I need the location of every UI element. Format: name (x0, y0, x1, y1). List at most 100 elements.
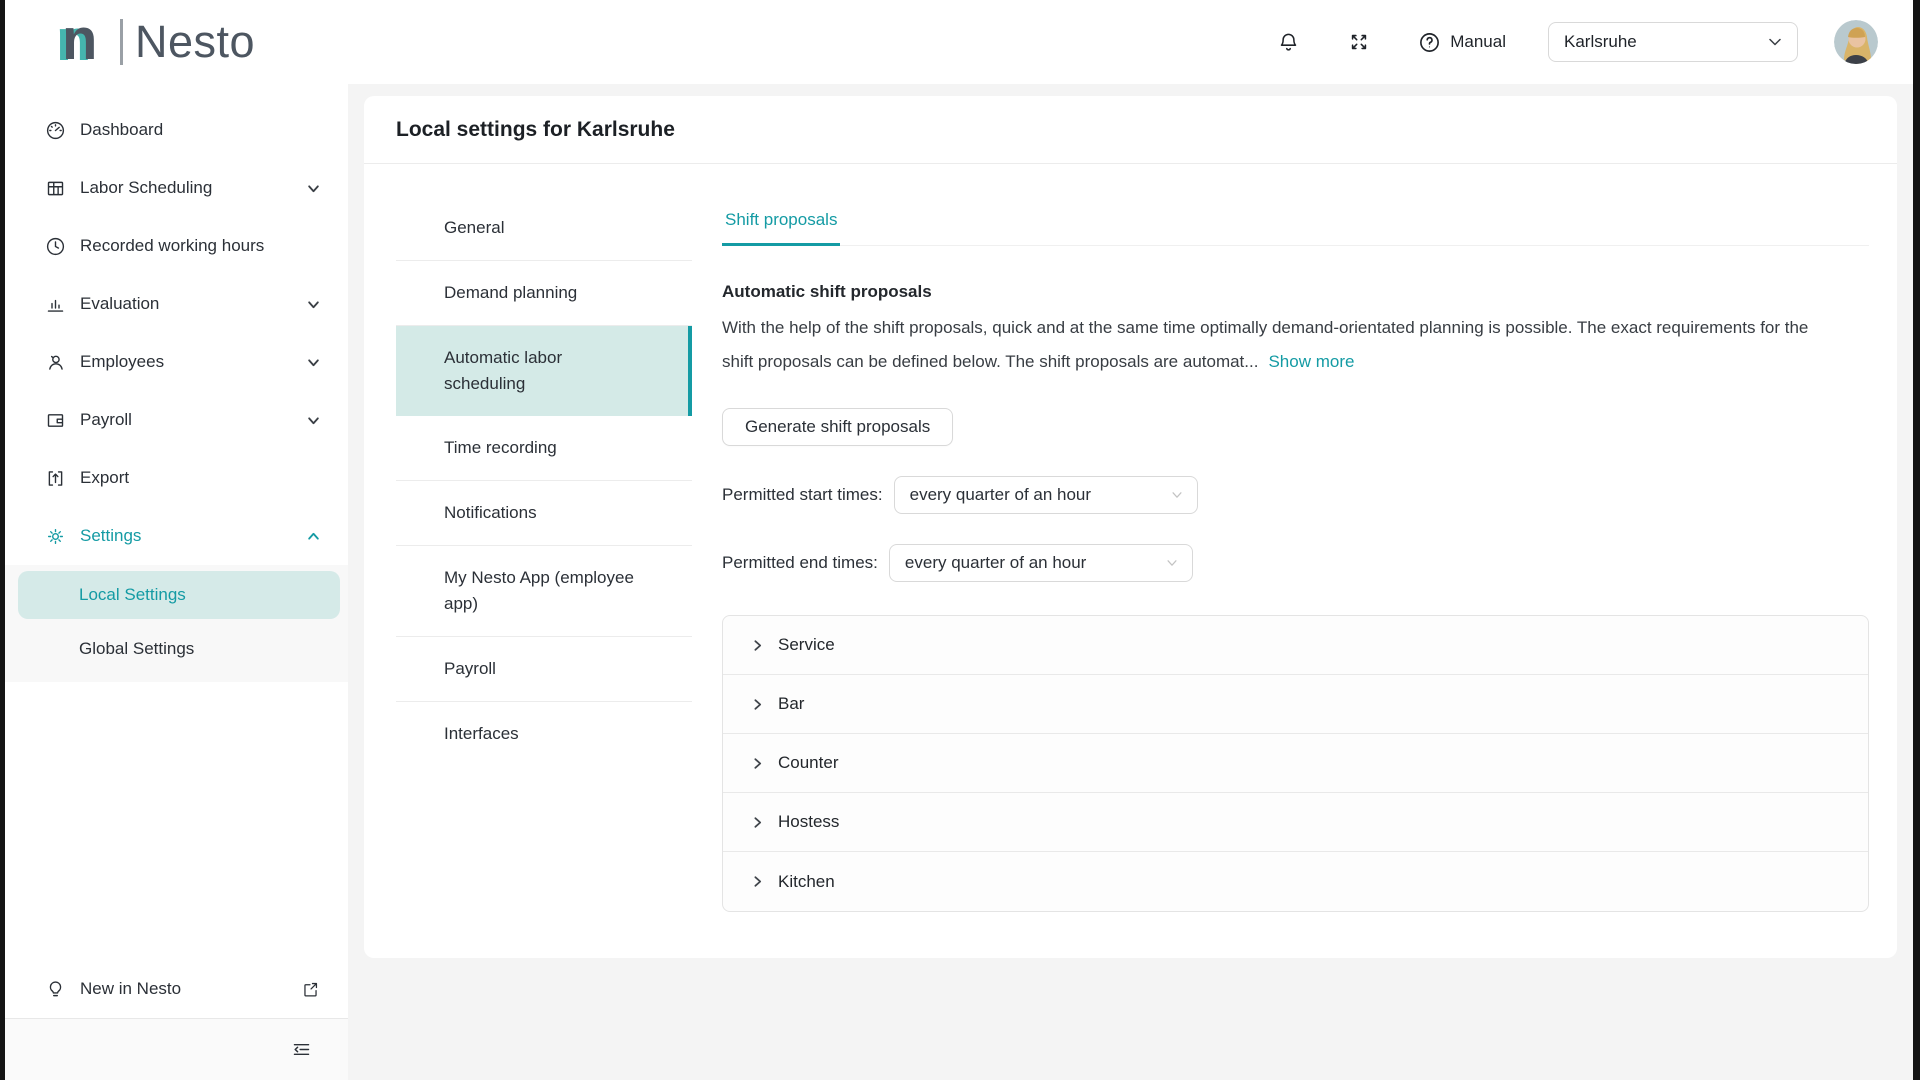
permitted-end-times-field: Permitted end times: every quarter of an… (722, 544, 1869, 582)
sidebar-item-label: Export (80, 468, 320, 488)
external-link-icon (301, 980, 320, 999)
accordion-row-label: Bar (778, 694, 804, 714)
sidebar-item-payroll[interactable]: Payroll (5, 391, 348, 449)
tab-bar: Shift proposals (722, 196, 1869, 246)
generate-shift-proposals-button[interactable]: Generate shift proposals (722, 408, 953, 446)
subnav-item-notifications[interactable]: Notifications (396, 481, 692, 546)
tab-content: Shift proposals Automatic shift proposal… (722, 196, 1869, 943)
accordion-row-service[interactable]: Service (723, 616, 1868, 675)
nesto-logo[interactable]: n n Nesto (62, 10, 255, 74)
subnav-item-interfaces[interactable]: Interfaces (396, 702, 692, 766)
wallet-icon (45, 410, 66, 431)
fullscreen-button[interactable] (1344, 27, 1374, 57)
export-icon (45, 468, 66, 489)
help-circle-icon (1418, 31, 1441, 54)
sidebar-item-employees[interactable]: Employees (5, 333, 348, 391)
sidebar-item-recorded-working-hours[interactable]: Recorded working hours (5, 217, 348, 275)
app-screen: n n Nesto (0, 0, 1920, 1080)
screen-edge-left (0, 0, 5, 1080)
accordion-row-hostess[interactable]: Hostess (723, 793, 1868, 852)
section-description: With the help of the shift proposals, qu… (722, 311, 1842, 379)
new-in-nesto-link[interactable]: New in Nesto (5, 960, 348, 1018)
sidebar-item-label: Payroll (80, 410, 299, 430)
sidebar-item-local-settings[interactable]: Local Settings (18, 571, 340, 619)
top-bar: n n Nesto (5, 0, 1913, 84)
chevron-down-icon (1767, 34, 1783, 50)
chevron-down-icon (307, 298, 320, 311)
subnav-item-general[interactable]: General (396, 196, 692, 261)
sidebar-item-export[interactable]: Export (5, 449, 348, 507)
bell-icon (1277, 31, 1300, 54)
sidebar-item-labor-scheduling[interactable]: Labor Scheduling (5, 159, 348, 217)
fullscreen-icon (1348, 31, 1370, 53)
submenu-item-label: Global Settings (79, 639, 194, 659)
manual-label: Manual (1450, 32, 1506, 52)
lightbulb-icon (45, 979, 66, 1000)
clock-icon (45, 236, 66, 257)
sidebar-item-label: Settings (80, 526, 299, 546)
accordion-row-kitchen[interactable]: Kitchen (723, 852, 1868, 911)
permitted-start-times-field: Permitted start times: every quarter of … (722, 476, 1869, 514)
chevron-down-icon (1170, 488, 1184, 502)
chevron-right-icon (751, 639, 764, 652)
field-label: Permitted start times: (722, 485, 883, 505)
accordion-row-label: Service (778, 635, 835, 655)
sidebar-item-settings[interactable]: Settings (5, 507, 348, 565)
subnav-item-payroll[interactable]: Payroll (396, 637, 692, 702)
accordion-row-label: Hostess (778, 812, 839, 832)
dashboard-icon (45, 120, 66, 141)
user-avatar[interactable] (1834, 20, 1878, 64)
user-icon (45, 352, 66, 373)
sidebar-item-dashboard[interactable]: Dashboard (5, 101, 348, 159)
settings-subnav: General Demand planning Automatic labor … (396, 196, 692, 943)
section-heading: Automatic shift proposals (722, 282, 1869, 302)
accordion-row-bar[interactable]: Bar (723, 675, 1868, 734)
accordion-row-counter[interactable]: Counter (723, 734, 1868, 793)
header-controls: Manual Karlsruhe (1273, 0, 1878, 84)
location-value: Karlsruhe (1564, 32, 1637, 52)
tab-shift-proposals[interactable]: Shift proposals (722, 196, 840, 246)
subnav-item-automatic-labor-scheduling[interactable]: Automatic labor scheduling (396, 326, 692, 416)
collapse-sidebar-button[interactable] (287, 1035, 316, 1064)
chevron-down-icon (307, 414, 320, 427)
select-value: every quarter of an hour (905, 553, 1086, 573)
chevron-up-icon (307, 530, 320, 543)
sidebar: Dashboard Labor Scheduling (5, 84, 348, 1080)
submenu-item-label: Local Settings (79, 585, 186, 605)
sidebar-item-evaluation[interactable]: Evaluation (5, 275, 348, 333)
chevron-down-icon (307, 182, 320, 195)
subnav-item-my-nesto-app[interactable]: My Nesto App (employee app) (396, 546, 692, 637)
subnav-item-demand-planning[interactable]: Demand planning (396, 261, 692, 326)
select-value: every quarter of an hour (910, 485, 1091, 505)
main-area: Local settings for Karlsruhe General Dem… (348, 84, 1913, 1080)
settings-card: Local settings for Karlsruhe General Dem… (364, 96, 1897, 958)
schedule-icon (45, 178, 66, 199)
manual-link[interactable]: Manual (1418, 31, 1506, 54)
sidebar-item-label: Dashboard (80, 120, 320, 140)
sidebar-collapse-strip (5, 1018, 348, 1080)
card-header: Local settings for Karlsruhe (364, 96, 1897, 164)
logo-n-mark: n n (62, 11, 114, 73)
subnav-item-time-recording[interactable]: Time recording (396, 416, 692, 481)
settings-submenu: Local Settings Global Settings (5, 565, 348, 682)
chevron-down-icon (1165, 556, 1179, 570)
accordion-row-label: Counter (778, 753, 838, 773)
logo-divider (120, 19, 123, 65)
sidebar-item-global-settings[interactable]: Global Settings (5, 625, 348, 673)
location-selector[interactable]: Karlsruhe (1548, 22, 1798, 62)
accordion-row-label: Kitchen (778, 872, 835, 892)
chevron-right-icon (751, 816, 764, 829)
permitted-start-times-select[interactable]: every quarter of an hour (894, 476, 1198, 514)
field-label: Permitted end times: (722, 553, 878, 573)
sidebar-item-label: Evaluation (80, 294, 299, 314)
collapse-sidebar-icon (291, 1039, 312, 1060)
chevron-right-icon (751, 875, 764, 888)
chevron-right-icon (751, 698, 764, 711)
page-title: Local settings for Karlsruhe (396, 118, 675, 142)
chevron-down-icon (307, 356, 320, 369)
notifications-button[interactable] (1273, 27, 1304, 58)
sidebar-item-label: Employees (80, 352, 299, 372)
show-more-link[interactable]: Show more (1268, 352, 1354, 371)
permitted-end-times-select[interactable]: every quarter of an hour (889, 544, 1193, 582)
logo-wordmark: Nesto (135, 16, 255, 68)
